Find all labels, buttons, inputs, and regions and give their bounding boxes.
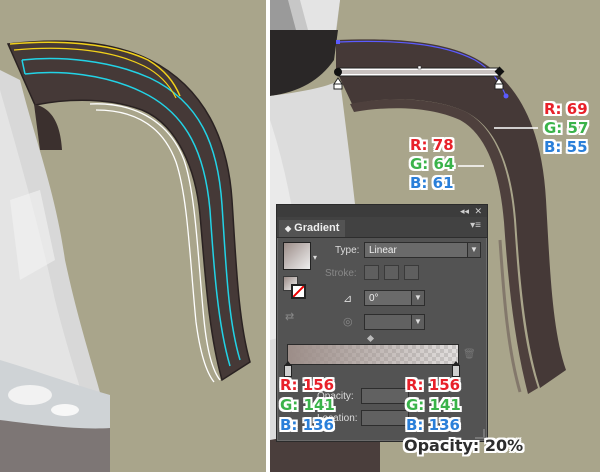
aspect-ratio-icon: ◎ <box>343 316 353 328</box>
location-field[interactable] <box>361 410 409 426</box>
opacity-field[interactable] <box>361 388 409 404</box>
green-value: G: 64 <box>410 155 455 173</box>
blue-value: B: 55 <box>544 138 588 156</box>
rgb-readout-stop-right: R: 156 G: 141 B: 136 <box>406 375 461 435</box>
gradient-preview-swatch[interactable] <box>283 242 311 270</box>
panel-titlebar[interactable]: ◂◂ ✕ <box>277 205 487 217</box>
collapse-icon[interactable]: ◂◂ <box>460 205 469 217</box>
no-stroke-icon <box>293 286 304 297</box>
type-select[interactable]: Linear <box>364 242 468 258</box>
red-value: R: 156 <box>280 376 335 394</box>
red-value: R: 69 <box>544 100 588 118</box>
panel-menu-icon[interactable]: ▾≡ <box>470 220 481 231</box>
angle-dropdown-arrow-icon[interactable]: ▼ <box>411 290 425 306</box>
diamond-icon: ◆ <box>285 224 292 233</box>
gradient-ramp-slider[interactable] <box>287 344 459 365</box>
rgb-readout-stop-left: R: 156 G: 141 B: 136 <box>280 375 335 435</box>
green-value: G: 57 <box>544 119 589 137</box>
panel-tabbar: ◆ Gradient ▾≡ <box>277 217 487 238</box>
stroke-within-button[interactable] <box>364 265 379 280</box>
angle-icon: ⊿ <box>343 293 353 305</box>
aspect-dropdown-arrow-icon[interactable]: ▼ <box>411 314 425 330</box>
green-value: G: 141 <box>280 396 335 414</box>
red-value: R: 156 <box>406 376 461 394</box>
angle-value: 0° <box>369 293 379 304</box>
left-kettle-illustration <box>0 40 251 472</box>
type-label: Type: <box>335 245 360 256</box>
rgb-readout-top: R: 69 G: 57 B: 55 <box>544 100 588 157</box>
left-artwork-panel <box>0 0 266 472</box>
opacity-annotation: Opacity: 20% <box>404 436 524 455</box>
aspect-ratio-field[interactable] <box>364 314 412 330</box>
stroke-label: Stroke: <box>325 268 357 279</box>
blue-value: B: 61 <box>410 174 454 192</box>
stroke-across-button[interactable] <box>404 265 419 280</box>
green-value: G: 141 <box>406 396 461 414</box>
blue-value: B: 136 <box>406 416 460 434</box>
reverse-gradient-icon[interactable]: ⇄ <box>285 310 294 323</box>
rgb-readout-middle: R: 78 G: 64 B: 61 <box>410 136 454 193</box>
swatch-dropdown-icon[interactable]: ▾ <box>313 253 317 262</box>
midpoint-diamond[interactable] <box>366 334 375 343</box>
red-value: R: 78 <box>410 136 454 154</box>
stroke-none-swatch[interactable] <box>291 284 306 299</box>
blue-value: B: 136 <box>280 416 334 434</box>
close-icon[interactable]: ✕ <box>474 205 482 217</box>
delete-stop-icon[interactable]: 🗑 <box>463 349 476 360</box>
angle-field[interactable]: 0° <box>364 290 412 306</box>
stroke-along-button[interactable] <box>384 265 399 280</box>
tab-gradient[interactable]: ◆ Gradient <box>279 220 346 237</box>
type-select-arrow-icon[interactable]: ▼ <box>467 242 481 258</box>
tab-gradient-label: Gradient <box>294 222 340 234</box>
type-select-value: Linear <box>369 245 397 256</box>
